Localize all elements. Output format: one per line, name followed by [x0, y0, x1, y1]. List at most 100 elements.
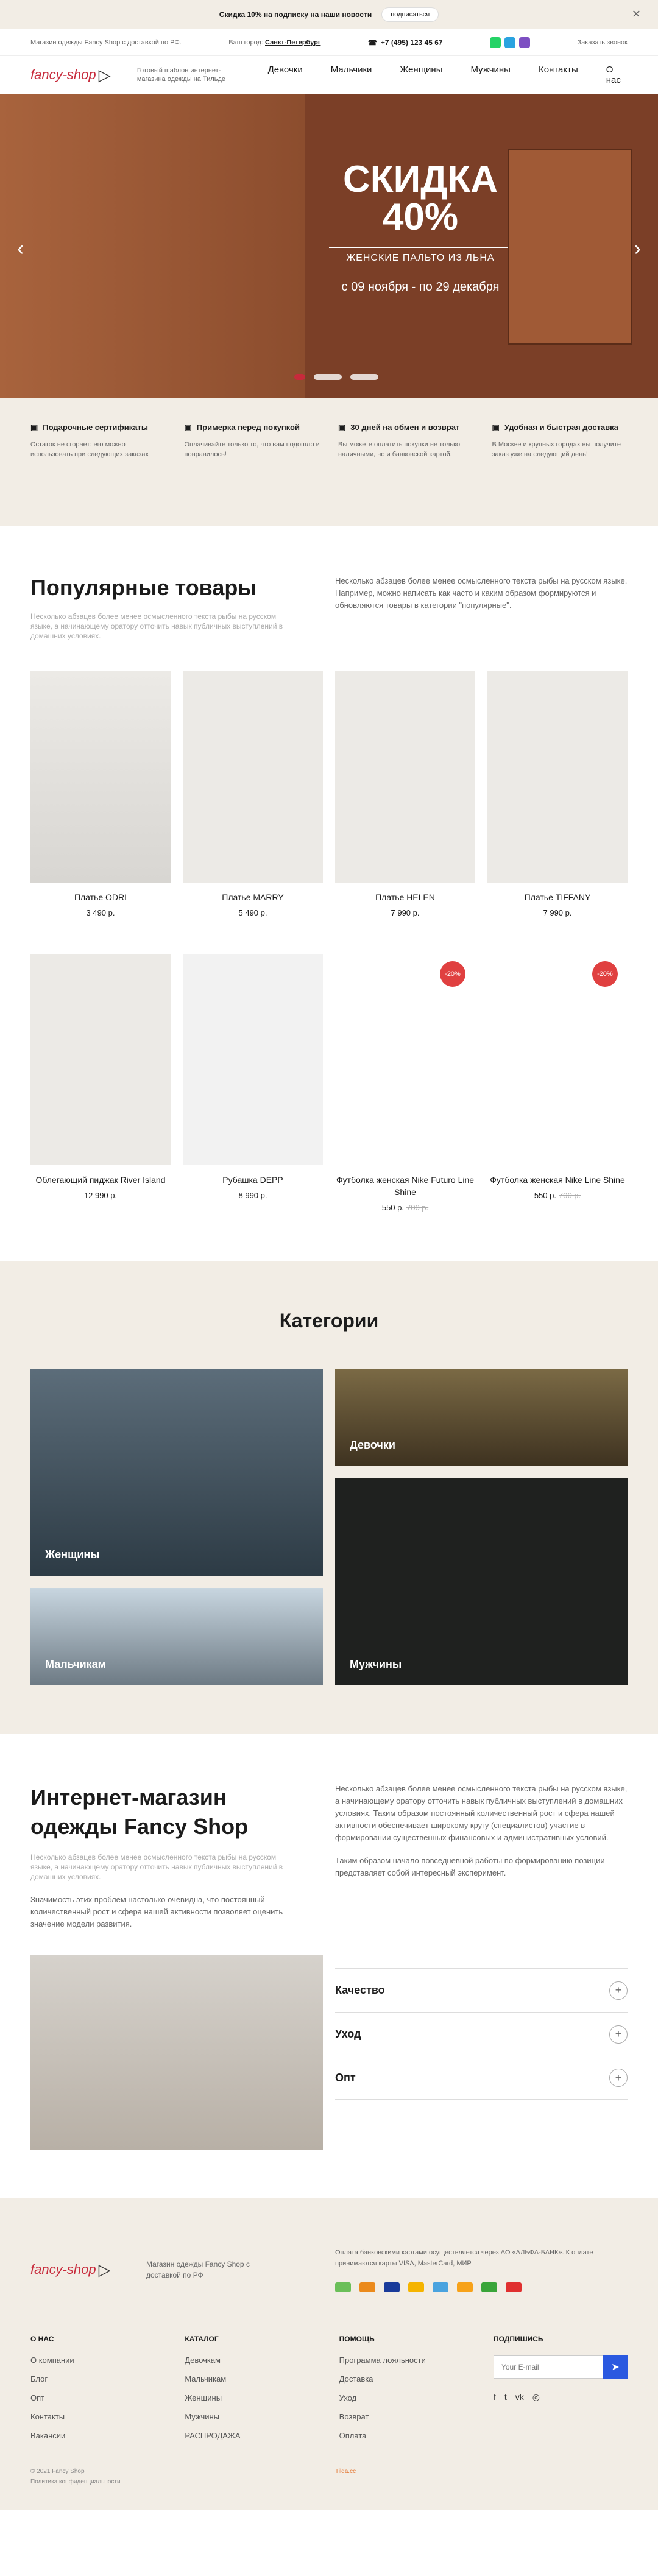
slider-dot[interactable]: [294, 374, 305, 380]
plus-icon[interactable]: +: [609, 1981, 628, 2000]
footer-link[interactable]: Вакансии: [30, 2431, 160, 2440]
twitter-icon[interactable]: t: [504, 2392, 507, 2402]
product-image[interactable]: -20%: [487, 954, 628, 1165]
logo-play-icon: ▷: [98, 2260, 111, 2279]
main-menu: Девочки Мальчики Женщины Мужчины Контакт…: [268, 65, 628, 85]
product-name[interactable]: Футболка женская Nike Futuro Line Shine: [335, 1174, 475, 1198]
footer-link[interactable]: Доставка: [339, 2374, 469, 2384]
made-on-link[interactable]: Tilda.cc: [335, 2468, 628, 2485]
email-field[interactable]: [493, 2355, 603, 2379]
slider-dot[interactable]: [350, 374, 378, 380]
product-card[interactable]: -20% Футболка женская Nike Futuro Line Sh…: [335, 954, 475, 1212]
product-name[interactable]: Платье HELEN: [335, 891, 475, 903]
plus-icon[interactable]: +: [609, 2069, 628, 2087]
accordion-quality[interactable]: Качество +: [335, 1968, 628, 2012]
instagram-icon[interactable]: ◎: [532, 2392, 540, 2402]
footer-link[interactable]: Уход: [339, 2393, 469, 2402]
category-girls[interactable]: Девочки: [335, 1369, 628, 1466]
accordion-label[interactable]: Качество: [335, 1984, 385, 1997]
product-image[interactable]: -20%: [335, 954, 475, 1165]
product-card[interactable]: Платье MARRY 5 490 р.: [183, 671, 323, 917]
category-boys[interactable]: Мальчикам: [30, 1588, 323, 1685]
menu-item-boys[interactable]: Мальчики: [331, 65, 372, 85]
store-photo[interactable]: [30, 1955, 323, 2150]
category-women[interactable]: Женщины: [30, 1369, 323, 1576]
category-label[interactable]: Мужчины: [350, 1658, 402, 1671]
send-button[interactable]: ➤: [603, 2355, 628, 2379]
city-selector[interactable]: Ваш город: Санкт-Петербург: [228, 39, 320, 46]
product-name[interactable]: Рубашка DEPP: [183, 1174, 323, 1186]
footer-link[interactable]: РАСПРОДАЖА: [185, 2431, 314, 2440]
footer-link[interactable]: Блог: [30, 2374, 160, 2384]
logo[interactable]: fancy-shop ▷: [30, 66, 121, 85]
footer-logo[interactable]: fancy-shop ▷: [30, 2260, 122, 2279]
subscribe-button[interactable]: подписаться: [381, 7, 439, 22]
footer-link[interactable]: Мужчины: [185, 2412, 314, 2421]
next-arrow-icon[interactable]: ›: [634, 237, 641, 261]
slider-dot[interactable]: [314, 374, 342, 380]
viber-icon[interactable]: [519, 37, 531, 48]
feature-delivery: ▣ Удобная и быстрая доставка В Москве и кр…: [492, 423, 628, 459]
phone[interactable]: ☎ +7 (495) 123 45 67: [368, 38, 443, 47]
product-card[interactable]: Платье HELEN 7 990 р.: [335, 671, 475, 917]
city-name[interactable]: Санкт-Петербург: [265, 39, 320, 46]
product-card[interactable]: Рубашка DEPP 8 990 р.: [183, 954, 323, 1212]
product-image[interactable]: [487, 671, 628, 883]
product-image[interactable]: [30, 671, 171, 883]
footer-link[interactable]: Возврат: [339, 2412, 469, 2421]
footer-col-subscribe: ПОДПИШИСЬ ➤ ftvk ◎: [493, 2335, 628, 2450]
product-name[interactable]: Футболка женская Nike Line Shine: [487, 1174, 628, 1186]
hero-product-card: [508, 149, 632, 345]
features-strip: ▣ Подарочные сертификаты Остаток не сгорае…: [0, 398, 658, 526]
menu-item-girls[interactable]: Девочки: [268, 65, 303, 85]
accordion-care[interactable]: Уход +: [335, 2012, 628, 2056]
close-icon[interactable]: ✕: [632, 8, 641, 21]
callback-link[interactable]: Заказать звонок: [578, 39, 628, 46]
product-card[interactable]: Облегающий пиджак River Island 12 990 р.: [30, 954, 171, 1212]
menu-item-about[interactable]: О нас: [606, 65, 628, 85]
accordion-label[interactable]: Опт: [335, 2072, 356, 2084]
hero-slider[interactable]: ‹ СКИДКА 40% ЖЕНСКИЕ ПАЛЬТО ИЗ ЛЬНА с 09…: [0, 94, 658, 398]
accordion-label[interactable]: Уход: [335, 2028, 361, 2041]
product-card[interactable]: Платье TIFFANY 7 990 р.: [487, 671, 628, 917]
footer-link[interactable]: Опт: [30, 2393, 160, 2402]
product-image[interactable]: [335, 671, 475, 883]
product-image[interactable]: [183, 954, 323, 1165]
phone-number[interactable]: +7 (495) 123 45 67: [381, 38, 443, 47]
product-name[interactable]: Платье MARRY: [183, 891, 323, 903]
product-image[interactable]: [183, 671, 323, 883]
whatsapp-icon[interactable]: [490, 37, 501, 48]
footer-link[interactable]: Оплата: [339, 2431, 469, 2440]
product-name[interactable]: Платье TIFFANY: [487, 891, 628, 903]
product-card[interactable]: Платье ODRI 3 490 р.: [30, 671, 171, 917]
plus-icon[interactable]: +: [609, 2025, 628, 2044]
footer-link[interactable]: Женщины: [185, 2393, 314, 2402]
discount-badge: -20%: [592, 961, 618, 987]
product-name[interactable]: Облегающий пиджак River Island: [30, 1174, 171, 1186]
product-card[interactable]: -20% Футболка женская Nike Line Shine 550 …: [487, 954, 628, 1212]
vk-icon[interactable]: vk: [515, 2392, 524, 2402]
social-links: f t vk ◎: [494, 2392, 628, 2402]
footer-link[interactable]: Программа лояльности: [339, 2355, 469, 2365]
category-label[interactable]: Мальчикам: [45, 1658, 106, 1671]
footer-link[interactable]: Мальчикам: [185, 2374, 314, 2384]
footer-link[interactable]: Девочкам: [185, 2355, 314, 2365]
category-label[interactable]: Девочки: [350, 1439, 395, 1452]
menu-item-women[interactable]: Женщины: [400, 65, 442, 85]
menu-item-men[interactable]: Мужчины: [471, 65, 511, 85]
category-men[interactable]: Мужчины: [335, 1478, 628, 1685]
facebook-icon[interactable]: f: [494, 2392, 496, 2402]
prev-arrow-icon[interactable]: ‹: [17, 237, 24, 261]
footer-link[interactable]: Контакты: [30, 2412, 160, 2421]
accordion-wholesale[interactable]: Опт +: [335, 2056, 628, 2100]
privacy-link[interactable]: Политика конфиденциальности: [30, 2479, 121, 2485]
product-image[interactable]: [30, 954, 171, 1165]
footer-link[interactable]: О компании: [30, 2355, 160, 2365]
footer-col-title: О НАС: [30, 2335, 54, 2343]
telegram-icon[interactable]: [504, 37, 516, 48]
product-price: 8 990 р.: [238, 1191, 267, 1200]
menu-item-contacts[interactable]: Контакты: [539, 65, 578, 85]
product-name[interactable]: Платье ODRI: [30, 891, 171, 903]
category-label[interactable]: Женщины: [45, 1548, 100, 1561]
hero-text: СКИДКА 40% ЖЕНСКИЕ ПАЛЬТО ИЗ ЛЬНА с 09 н…: [329, 161, 512, 294]
